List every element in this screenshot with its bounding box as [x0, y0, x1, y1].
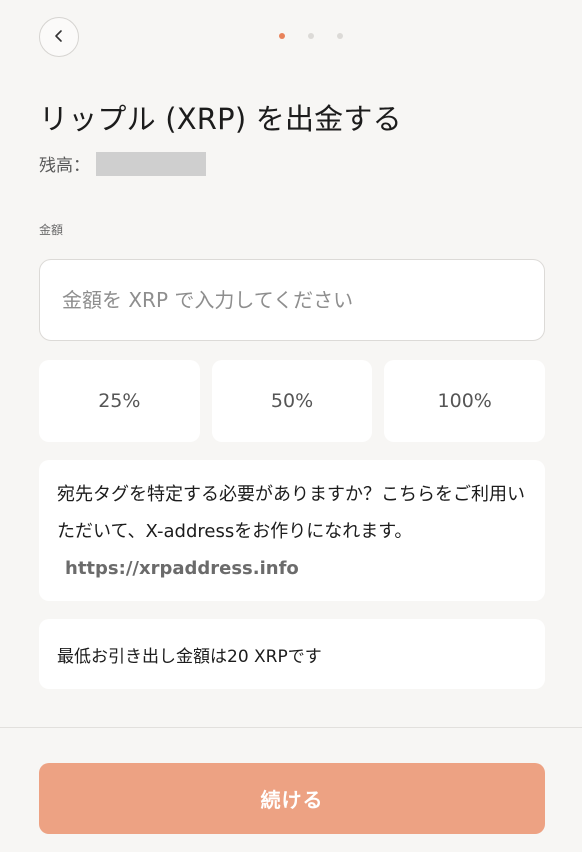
percent-25-button[interactable]: 25% — [39, 360, 200, 442]
step-dot-3 — [337, 33, 343, 39]
step-dot-1 — [279, 33, 285, 39]
continue-button[interactable]: 続ける — [39, 763, 545, 834]
percent-button-row: 25% 50% 100% — [39, 360, 546, 442]
divider — [0, 727, 582, 728]
percent-100-button[interactable]: 100% — [384, 360, 546, 442]
minimum-notice-text: 最低お引き出し金額は20 XRPです — [57, 646, 322, 667]
page-title: リップル (XRP) を出金する — [39, 102, 402, 136]
balance-row: 残高： — [39, 151, 206, 176]
minimum-withdrawal-notice: 最低お引き出し金額は20 XRPです — [39, 619, 545, 689]
info-text: 宛先タグを特定する必要がありますか？こちらをご利用いただいて、X-address… — [57, 484, 525, 542]
amount-label: 金額 — [39, 223, 64, 237]
xrpaddress-link[interactable]: https://xrpaddress.info — [65, 558, 299, 579]
amount-input[interactable] — [39, 259, 545, 341]
percent-50-button[interactable]: 50% — [211, 360, 373, 442]
destination-tag-info: 宛先タグを特定する必要がありますか？こちらをご利用いただいて、X-address… — [39, 460, 545, 601]
withdraw-screen: リップル (XRP) を出金する 残高： 金額 25% 50% 100% 宛先タ… — [0, 0, 582, 852]
back-button[interactable] — [39, 17, 79, 57]
balance-label: 残高： — [39, 156, 90, 176]
step-indicator — [279, 33, 343, 39]
step-dot-2 — [308, 33, 314, 39]
balance-value-redacted — [96, 151, 206, 176]
chevron-left-icon — [52, 28, 66, 47]
